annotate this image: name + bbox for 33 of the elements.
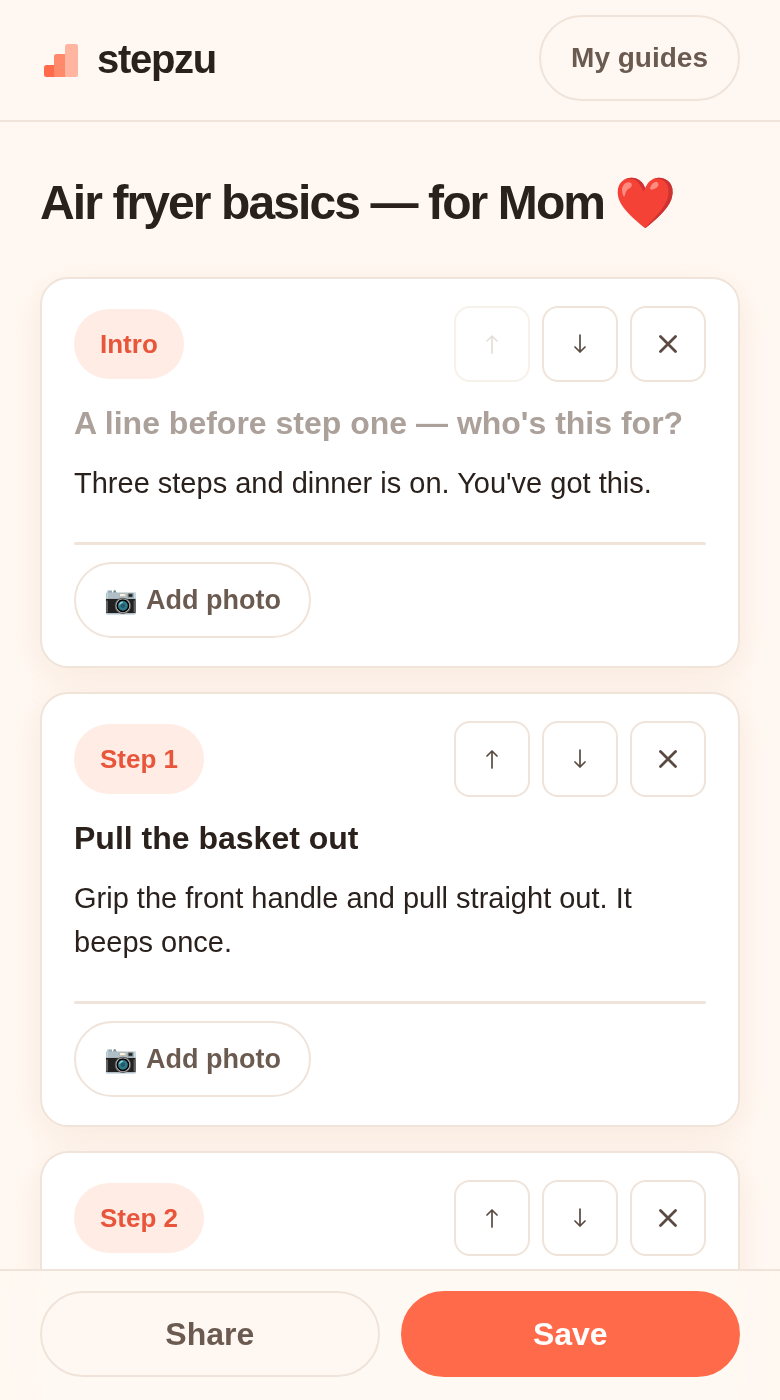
close-icon [659,335,677,353]
step-badge: Step 2 [74,1183,205,1253]
camera-icon: 📷 [104,586,138,614]
share-button[interactable]: Share [40,1291,380,1377]
close-icon [659,1209,677,1227]
add-photo-button[interactable]: 📷 Add photo [74,1021,311,1097]
up-arrow-icon [486,1208,498,1228]
close-icon [659,750,677,768]
remove-button[interactable] [630,1180,706,1256]
add-photo-button[interactable]: 📷 Add photo [74,562,311,638]
move-up-button[interactable] [454,1180,530,1256]
move-down-button[interactable] [542,721,618,797]
step-badge: Intro [74,309,184,379]
title-field[interactable]: Pull the basket out [74,818,706,858]
down-arrow-icon [574,334,586,354]
step-badge: Step 1 [74,724,205,794]
camera-icon: 📷 [104,1045,138,1073]
remove-button[interactable] [630,721,706,797]
down-arrow-icon [574,1208,586,1228]
body-field[interactable]: Grip the front handle and pull straight out. It beeps once. [74,876,706,964]
move-up-button[interactable] [454,721,530,797]
down-arrow-icon [574,749,586,769]
move-down-button[interactable] [542,1180,618,1256]
heart-icon: ❤ [614,174,677,232]
remove-button[interactable] [630,306,706,382]
move-down-button[interactable] [542,306,618,382]
logo-icon [44,43,78,77]
my-guides-button[interactable]: My guides [539,15,740,101]
up-arrow-icon [486,749,498,769]
logo-text: stepzu [97,38,216,82]
body-field[interactable]: Three steps and dinner is on. You've got this. [74,461,706,505]
guide-title: Air fryer basics — for Mom [40,175,605,231]
up-arrow-icon [486,334,498,354]
